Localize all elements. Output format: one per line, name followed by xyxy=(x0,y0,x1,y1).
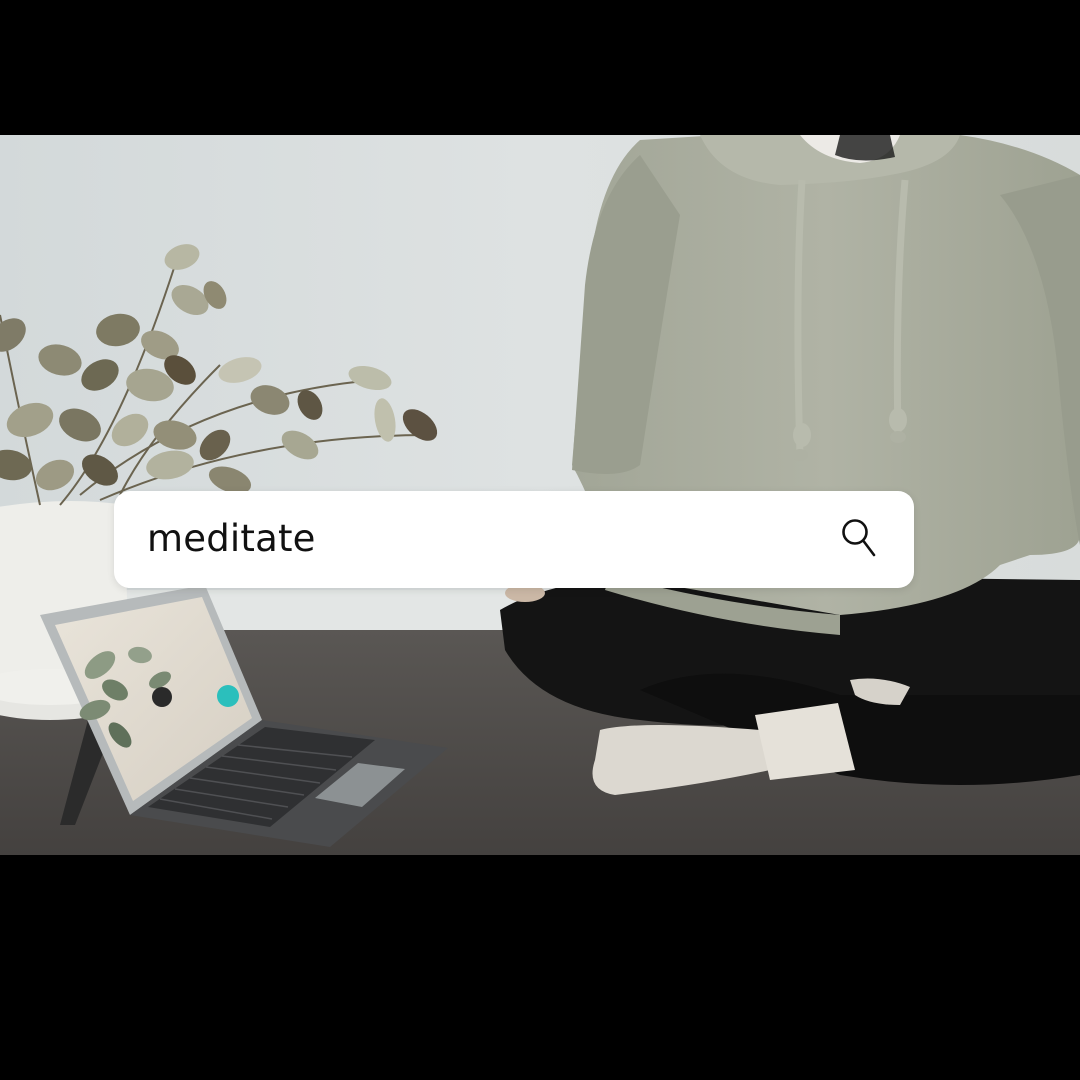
search-input[interactable] xyxy=(147,513,827,565)
canvas xyxy=(0,0,1080,1080)
search-icon[interactable] xyxy=(840,517,880,559)
search-bar[interactable] xyxy=(114,491,914,588)
